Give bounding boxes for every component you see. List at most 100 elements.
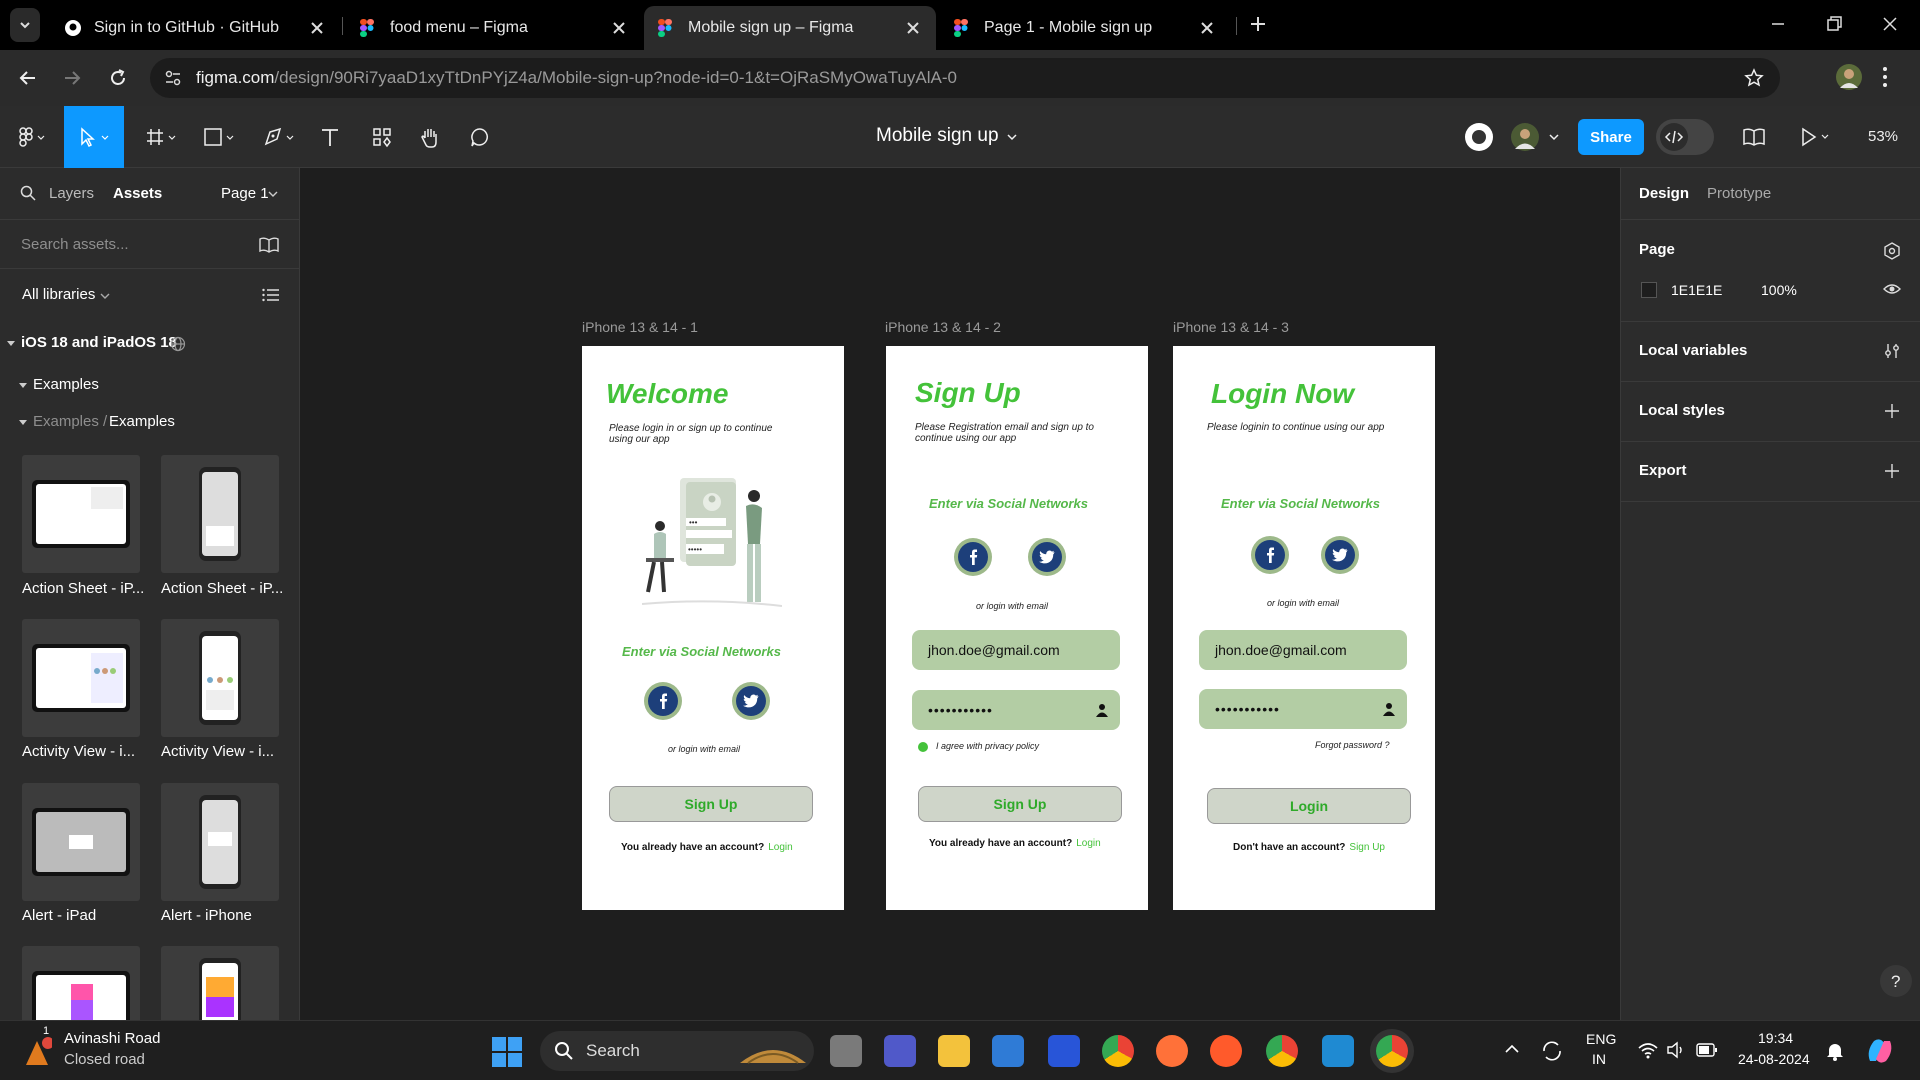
page-color-swatch[interactable] <box>1641 282 1657 298</box>
windows-start-icon[interactable] <box>492 1037 522 1067</box>
main-menu-button[interactable] <box>10 106 54 168</box>
page-select[interactable]: Page 1 <box>221 185 269 202</box>
store-icon[interactable] <box>992 1035 1024 1067</box>
weather-title[interactable]: Avinashi Road <box>64 1030 160 1047</box>
tab-page-1[interactable]: Page 1 - Mobile sign up <box>940 6 1230 50</box>
local-variables-section[interactable]: Local variables <box>1621 322 1920 382</box>
component-thumb[interactable] <box>22 783 140 901</box>
share-button[interactable]: Share <box>1578 119 1644 155</box>
local-styles-section[interactable]: Local styles <box>1621 382 1920 442</box>
pen-tool-button[interactable] <box>256 106 304 168</box>
sync-icon[interactable] <box>1540 1039 1564 1063</box>
editor-app-icon[interactable] <box>1048 1035 1080 1067</box>
user-avatar-2[interactable] <box>1510 122 1540 152</box>
tab-design[interactable]: Design <box>1639 185 1689 202</box>
page-opacity[interactable]: 100% <box>1761 282 1797 298</box>
chevron-down-icon[interactable] <box>100 292 110 300</box>
weather-icon[interactable] <box>22 1037 52 1067</box>
password-field[interactable]: ••••••••••• <box>1199 689 1407 729</box>
component-thumb[interactable] <box>22 619 140 737</box>
all-libraries-select[interactable]: All libraries <box>22 286 95 303</box>
frame-sign-up[interactable]: Sign Up Please Registration email and si… <box>886 346 1148 910</box>
firefox-dev-icon[interactable] <box>1210 1035 1242 1067</box>
sign-up-button[interactable]: Sign Up <box>918 786 1122 822</box>
firefox-icon[interactable] <box>1156 1035 1188 1067</box>
component-thumb[interactable] <box>22 455 140 573</box>
design-canvas[interactable]: iPhone 13 & 14 - 1 Welcome Please login … <box>300 168 1620 1020</box>
frame-login[interactable]: Login Now Please loginin to continue usi… <box>1173 346 1435 910</box>
profile-avatar[interactable] <box>1836 64 1862 90</box>
reload-icon[interactable] <box>106 66 130 90</box>
battery-icon[interactable] <box>1696 1043 1718 1057</box>
url-field[interactable]: figma.com/design/90Ri7yaaD1xyTtDnPYjZ4a/… <box>150 58 1780 98</box>
present-play-icon[interactable] <box>1798 126 1834 148</box>
volume-icon[interactable] <box>1666 1041 1686 1059</box>
section-examples[interactable]: Examples <box>33 376 99 393</box>
tab-food-menu[interactable]: food menu – Figma <box>346 6 642 50</box>
plus-icon[interactable] <box>1883 402 1901 420</box>
task-view-icon[interactable] <box>830 1035 862 1067</box>
library-name[interactable]: iOS 18 and iPadOS 18 <box>21 334 177 351</box>
language-1[interactable]: ENG <box>1586 1031 1616 1047</box>
notification-bell-icon[interactable] <box>1826 1041 1844 1061</box>
login-link[interactable]: Login <box>1076 838 1100 849</box>
list-view-icon[interactable] <box>262 287 280 303</box>
chevron-down-icon[interactable] <box>268 190 278 198</box>
tab-layers[interactable]: Layers <box>49 185 94 202</box>
bookmark-star-icon[interactable] <box>1744 68 1764 88</box>
zoom-level[interactable]: 53% <box>1868 128 1898 145</box>
frame-tool-button[interactable] <box>138 106 186 168</box>
more-menu-icon[interactable] <box>1882 66 1888 88</box>
clock-time[interactable]: 19:34 <box>1758 1030 1793 1046</box>
close-icon[interactable] <box>610 19 628 37</box>
minimize-icon[interactable] <box>1766 12 1790 36</box>
prototype-settings-icon[interactable] <box>1883 242 1901 260</box>
vscode-icon[interactable] <box>1322 1035 1354 1067</box>
forgot-password-link[interactable]: Forgot password ? <box>1315 740 1390 750</box>
chrome-active-icon[interactable] <box>1376 1035 1408 1067</box>
file-title[interactable]: Mobile sign up <box>876 125 999 147</box>
component-thumb[interactable] <box>22 946 140 1020</box>
sign-up-link[interactable]: Sign Up <box>1349 842 1385 853</box>
chrome-icon[interactable] <box>1102 1035 1134 1067</box>
frame-label[interactable]: iPhone 13 & 14 - 2 <box>885 319 1001 335</box>
frame-welcome[interactable]: Welcome Please login in or sign up to co… <box>582 346 844 910</box>
tab-prototype[interactable]: Prototype <box>1707 185 1771 202</box>
plus-icon[interactable] <box>1883 462 1901 480</box>
resources-tool-button[interactable] <box>366 106 398 168</box>
page-color-hex[interactable]: 1E1E1E <box>1671 282 1722 298</box>
library-book-icon[interactable] <box>1742 126 1766 148</box>
close-icon[interactable] <box>308 19 326 37</box>
chevron-down-icon[interactable] <box>1548 132 1560 142</box>
login-button[interactable]: Login <box>1207 788 1411 824</box>
sign-up-button[interactable]: Sign Up <box>609 786 813 822</box>
frame-label[interactable]: iPhone 13 & 14 - 3 <box>1173 319 1289 335</box>
chrome-profile-icon[interactable] <box>1266 1035 1298 1067</box>
tab-mobile-sign-up[interactable]: Mobile sign up – Figma <box>644 6 936 50</box>
component-thumb[interactable] <box>161 783 279 901</box>
component-thumb[interactable] <box>161 455 279 573</box>
eye-icon[interactable] <box>1883 282 1901 296</box>
caret-down-icon[interactable] <box>7 339 15 347</box>
hand-tool-button[interactable] <box>414 106 446 168</box>
chevron-down-icon[interactable] <box>1006 132 1018 142</box>
copilot-icon[interactable] <box>1864 1035 1896 1067</box>
dev-mode-toggle[interactable] <box>1656 119 1714 155</box>
window-close-icon[interactable] <box>1878 12 1902 36</box>
taskbar-search[interactable]: Search <box>540 1031 814 1071</box>
component-thumb[interactable] <box>161 946 279 1020</box>
email-field[interactable]: jhon.doe@gmail.com <box>1199 630 1407 670</box>
language-2[interactable]: IN <box>1592 1051 1606 1067</box>
email-field[interactable]: jhon.doe@gmail.com <box>912 630 1120 670</box>
component-thumb[interactable] <box>161 619 279 737</box>
export-section[interactable]: Export <box>1621 442 1920 502</box>
tab-github[interactable]: Sign in to GitHub · GitHub <box>50 6 340 50</box>
variables-sliders-icon[interactable] <box>1883 342 1901 360</box>
file-explorer-icon[interactable] <box>938 1035 970 1067</box>
clock-date[interactable]: 24-08-2024 <box>1738 1051 1810 1067</box>
login-link[interactable]: Login <box>768 842 792 853</box>
forward-icon[interactable] <box>60 66 84 90</box>
comment-tool-button[interactable] <box>464 106 496 168</box>
user-avatar-1[interactable] <box>1464 122 1494 152</box>
text-tool-button[interactable] <box>314 106 346 168</box>
